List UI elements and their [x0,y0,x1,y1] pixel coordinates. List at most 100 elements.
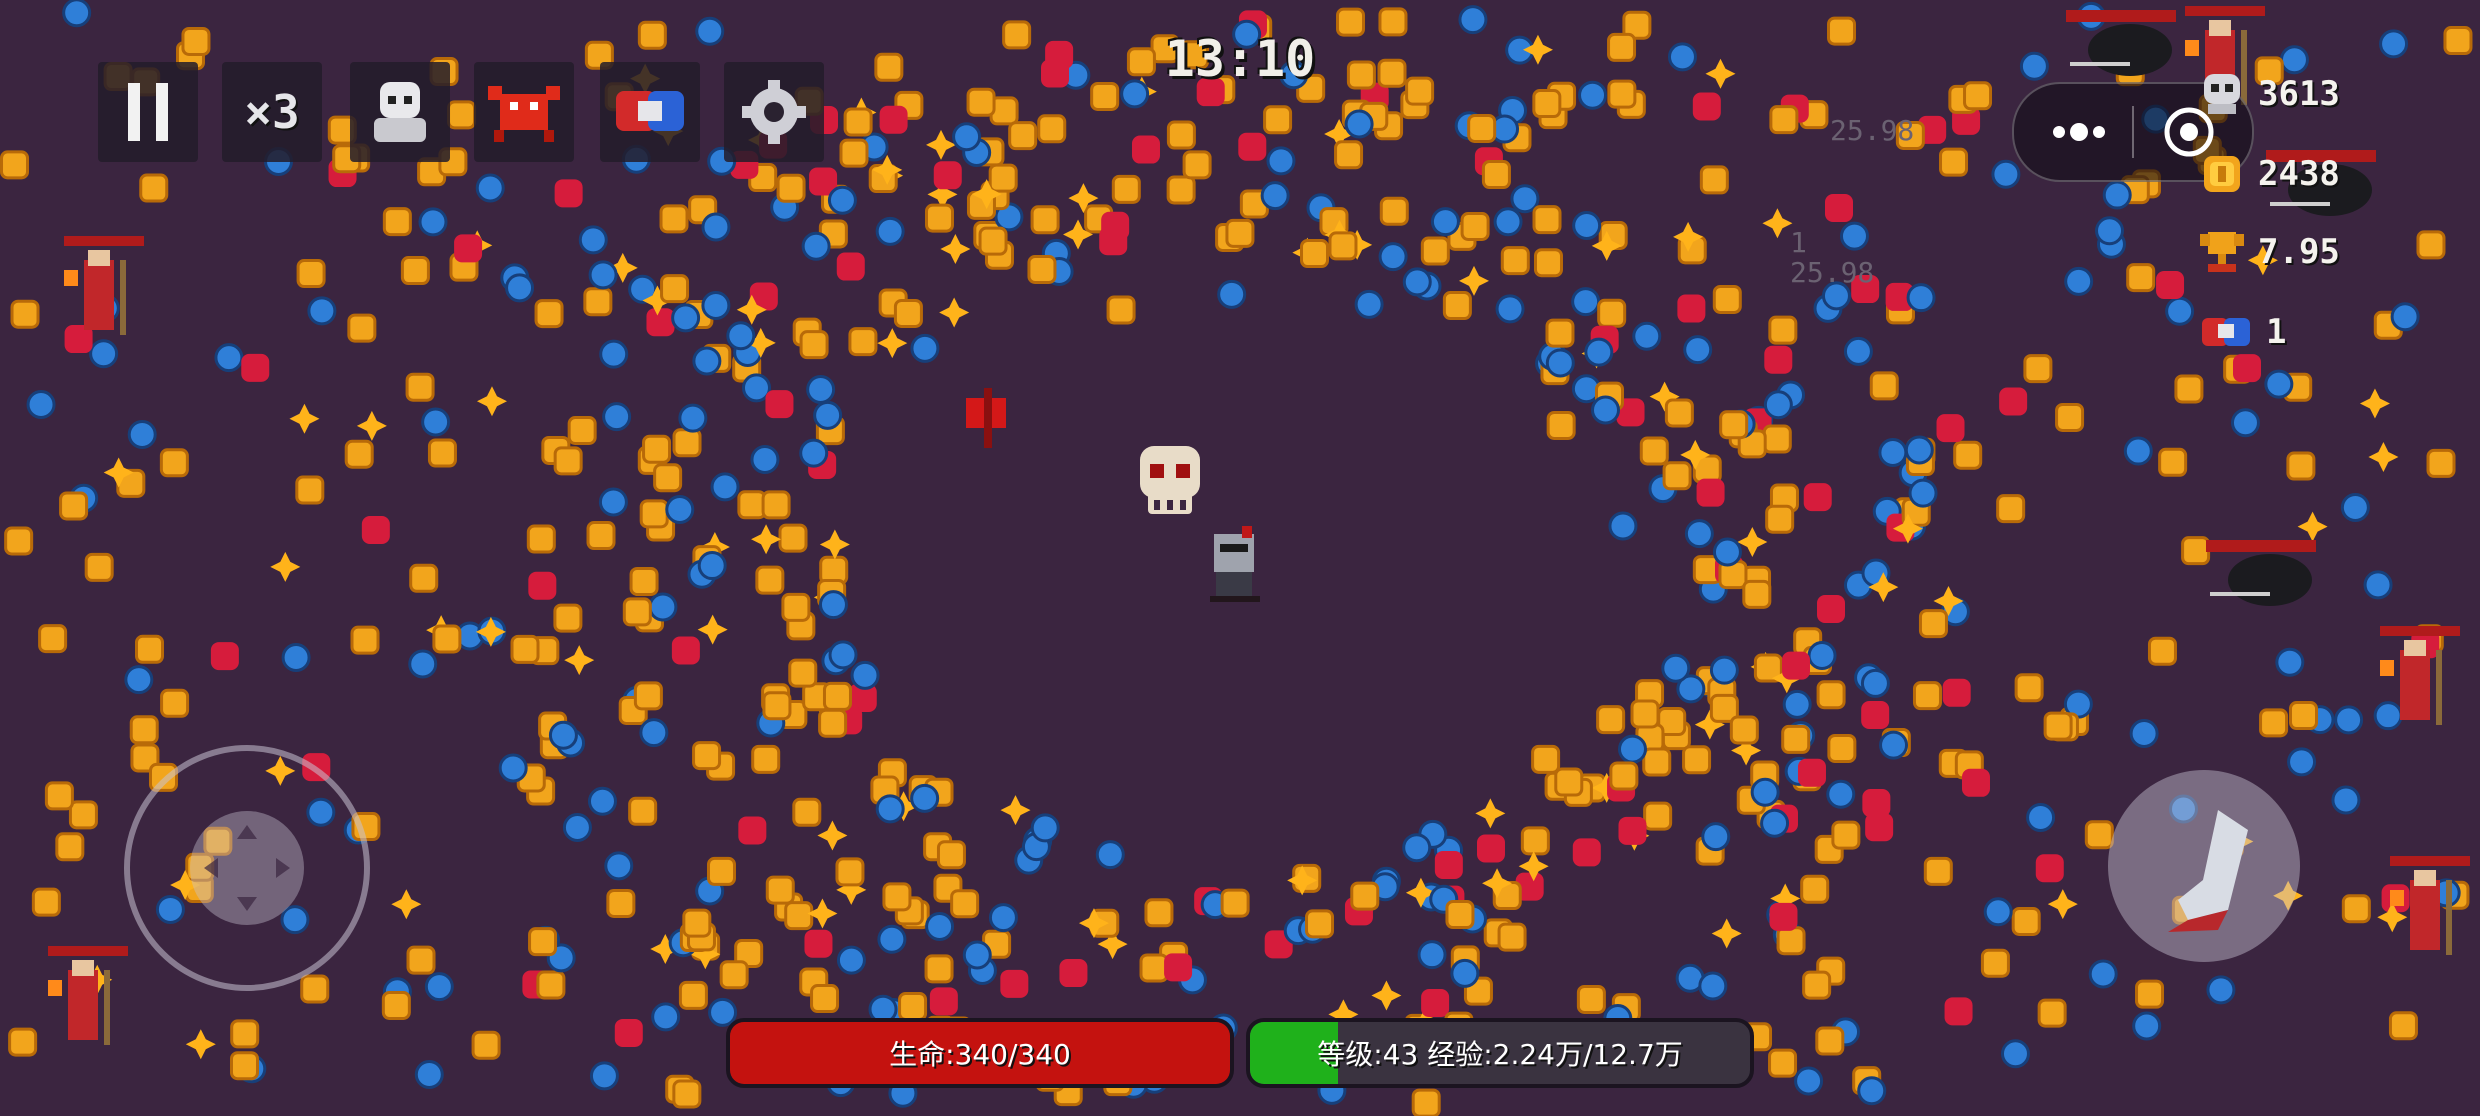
blue-gem [1578,80,1608,110]
blue-gem [424,972,454,1002]
gold-coin [2135,979,2165,1009]
blue-gem [701,212,731,242]
red-gem [210,642,239,671]
gold-coin [2426,448,2456,478]
red-gem [1944,997,1973,1026]
red-gem [1825,194,1854,223]
gold-coin [1532,205,1562,235]
blue-gem [2264,369,2294,399]
red-gem [1781,651,1810,680]
red-gem [1677,294,1706,323]
gold-coin [1379,196,1409,226]
red-gem [1865,813,1894,842]
magnet-count: 1 [2266,312,2287,352]
red-gem [1696,478,1725,507]
gold-coin [1762,424,1792,454]
blue-gem [214,343,244,373]
gold-coin [1520,826,1550,856]
gold-coin [1002,20,1032,50]
blue-gem [414,1059,444,1089]
gold-coin [788,658,818,688]
gold-coin [139,173,169,203]
gold-coin [1831,820,1861,850]
gold-coin [409,563,439,593]
blue-gem [1712,537,1742,567]
red-gem [1817,595,1846,624]
red-crab-icon [488,86,560,142]
gold-coin [1378,7,1408,37]
gold-coin [1816,680,1846,710]
blue-gem [1030,813,1060,843]
pause-icon [128,83,168,141]
joystick-knob[interactable] [190,811,304,925]
red-gem [1618,816,1647,845]
red-gem [1059,959,1088,988]
speed-label: ×3 [244,85,300,139]
gold-coin [2043,711,2073,741]
more-button[interactable] [2034,102,2124,162]
virtual-joystick[interactable] [124,745,370,991]
blue-gem [1095,840,1125,870]
blue-gem [587,786,617,816]
gold-stat: 2438 [2196,144,2340,204]
red-gem [1476,834,1505,863]
blue-gem [2129,719,2159,749]
game-timer: 13:10 [1164,30,1316,88]
gold-coin [637,20,667,50]
red-gem [1769,902,1798,931]
gold-coin [1597,298,1627,328]
gold-coin [1802,970,1832,1000]
gold-coin [1350,881,1380,911]
red-gem [2035,854,2064,883]
gold-coin [230,1019,260,1049]
skill-slot-ghost[interactable] [350,62,450,162]
gold-coin [1328,231,1358,261]
gold-coin [1225,218,1255,248]
blue-gem [598,487,628,517]
gold-coin [534,299,564,329]
gold-coin [1166,175,1196,205]
red-gem [1131,135,1160,164]
gold-coin [1996,494,2026,524]
blue-gem [1807,640,1837,670]
blue-gem [1402,833,1432,863]
gold-coin [633,681,663,711]
pause-button[interactable] [98,62,198,162]
blue-gem [875,216,905,246]
blue-gem [2363,570,2393,600]
gold-coin [553,603,583,633]
blue-gem [877,924,907,954]
gold-coin [818,708,848,738]
skill-slot-gear[interactable] [724,62,824,162]
gold-coin [1815,1026,1845,1056]
blue-gem [1417,940,1447,970]
blue-gem [2095,216,2125,246]
skill-slot-crab[interactable] [474,62,574,162]
blue-gem [1843,336,1873,366]
damage-number: 1 [1790,226,1807,259]
magnet-icon [616,91,684,131]
speed-button[interactable]: ×3 [222,62,322,162]
gold-coin [129,715,159,745]
gold-coin [2289,701,2319,731]
gold-coin [606,888,636,918]
red-gem [1999,387,2028,416]
gold-coin [1642,747,1672,777]
gold-coin [1030,205,1060,235]
gold-coin [1630,699,1660,729]
gold-coin [1963,81,1993,111]
blue-gem [2088,959,2118,989]
blue-gem [2373,701,2403,731]
blue-gem [1683,335,1713,365]
gold-coin [1554,767,1584,797]
blue-gem [710,472,740,502]
gold-coin [2147,636,2177,666]
gold-coin [2011,906,2041,936]
blue-gem [124,665,154,695]
attack-button[interactable] [2108,770,2300,962]
skill-slot-magnet[interactable] [600,62,700,162]
blue-gem [1571,287,1601,317]
gold-coin [978,226,1008,256]
gold-coin [682,908,712,938]
red-gem [454,234,483,263]
